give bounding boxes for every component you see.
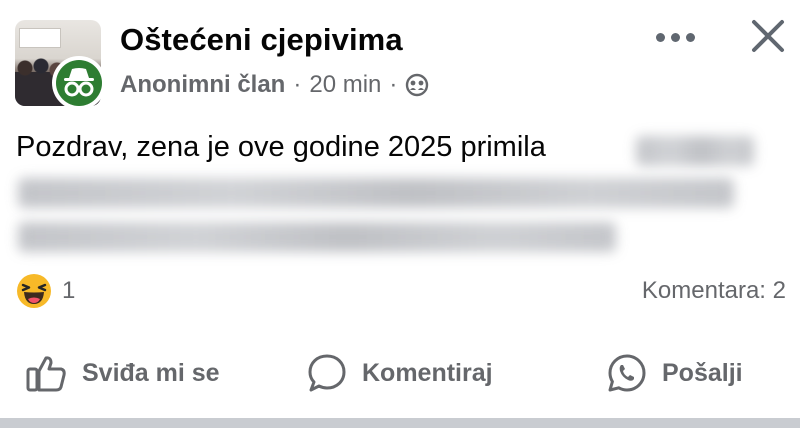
post-meta: Anonimni član · 20 min · — [120, 70, 429, 100]
comments-count[interactable]: Komentara: 2 — [642, 277, 786, 305]
post-header: Oštećeni cjepivima Anonimni član · 20 mi… — [0, 0, 800, 112]
like-button[interactable]: Sviđa mi se — [26, 343, 220, 403]
blurred-text — [18, 178, 734, 208]
haha-reaction-icon[interactable] — [16, 273, 52, 309]
comment-button[interactable]: Komentiraj — [306, 343, 493, 403]
thumbs-up-icon — [26, 356, 66, 392]
more-options-dot — [685, 32, 695, 42]
close-icon[interactable] — [748, 16, 788, 56]
author-name[interactable]: Anonimni član — [120, 71, 285, 99]
meta-separator-2: · — [389, 71, 398, 98]
post-time[interactable]: 20 min — [309, 71, 381, 99]
share-label: Pošalji — [662, 358, 743, 387]
more-options-button[interactable] — [650, 22, 700, 52]
reactions-summary: 1 Komentara: 2 — [16, 273, 786, 311]
group-privacy-icon — [406, 73, 429, 97]
post-separator — [0, 418, 800, 428]
anonymous-member-avatar[interactable] — [52, 56, 106, 110]
blurred-text — [18, 222, 616, 252]
reaction-count[interactable]: 1 — [62, 277, 75, 305]
group-name[interactable]: Oštećeni cjepivima — [120, 22, 403, 58]
post-text-visible: Pozdrav, zena je ove godine 2025 primila — [16, 131, 546, 163]
comment-bubble-icon — [308, 354, 346, 392]
like-label: Sviđa mi se — [82, 358, 220, 387]
blurred-text — [636, 136, 754, 166]
meta-separator: · — [293, 71, 302, 98]
share-button[interactable]: Pošalji — [606, 343, 743, 403]
avatar-photo-banner — [19, 28, 61, 48]
anonymous-member-icon — [64, 68, 94, 97]
whatsapp-icon — [608, 354, 646, 392]
more-options-dot — [670, 32, 680, 42]
more-options-dot — [655, 32, 665, 42]
post-actions: Sviđa mi se Komentiraj Pošalji — [0, 343, 800, 403]
comment-label: Komentiraj — [362, 358, 493, 387]
